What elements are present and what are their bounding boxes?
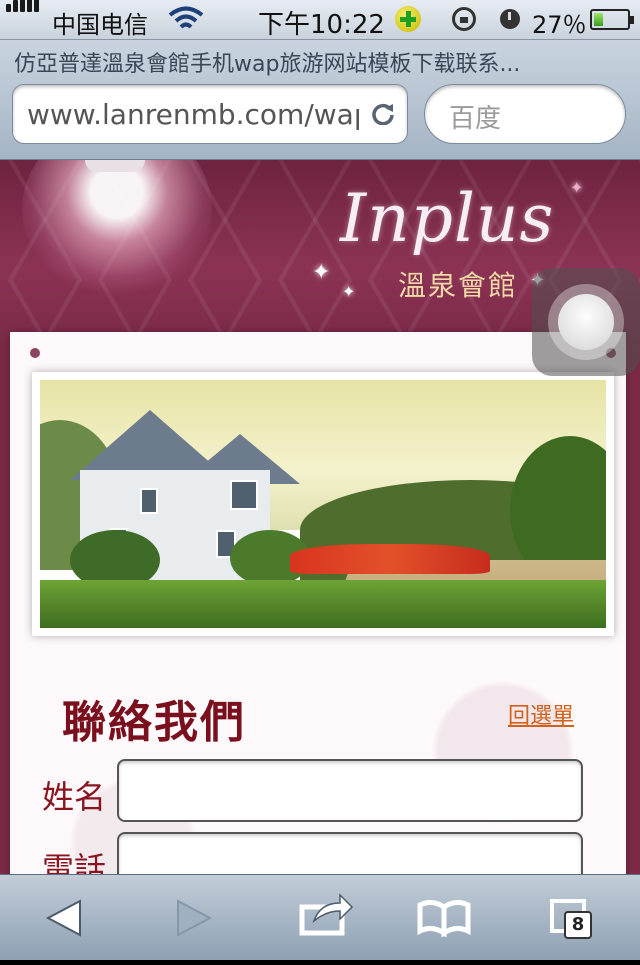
battery-percent: 27％ [532, 11, 587, 39]
browser-chrome: 仿亞普達溫泉會館手机wap旅游网站模板下载联系... www.lanrenmb.… [0, 40, 640, 160]
pin-icon [30, 348, 40, 358]
bookmarks-button[interactable] [394, 875, 494, 961]
assistive-touch-button[interactable] [532, 268, 640, 376]
name-input[interactable] [117, 759, 583, 822]
search-field[interactable]: 百度 [424, 84, 626, 144]
bookmarks-icon [417, 899, 471, 938]
phone-input[interactable] [117, 832, 583, 874]
wifi-icon [168, 6, 204, 29]
site-logo: Inplus [340, 180, 555, 257]
section-title: 聯絡我們 [62, 697, 246, 748]
forward-arrow-icon [177, 899, 213, 937]
sparkle-icon: ✦ [342, 282, 356, 301]
house-photo [40, 380, 606, 628]
share-button[interactable] [274, 875, 374, 961]
back-arrow-icon [45, 899, 81, 937]
back-button[interactable] [14, 875, 114, 961]
share-icon [299, 893, 354, 936]
sparkle-icon: ✦ [570, 178, 584, 197]
search-placeholder: 百度 [449, 104, 502, 134]
web-content: ✦ ✦ ✦ ✦ [0, 160, 640, 874]
back-to-menu-link[interactable]: 回選單 [508, 698, 574, 730]
url-text: www.lanrenmb.com/wap [27, 98, 359, 131]
reload-icon[interactable] [371, 101, 395, 125]
rotation-lock-icon [452, 7, 476, 31]
browser-toolbar [0, 874, 640, 960]
phone-label: 電話 [42, 850, 107, 874]
status-time: 下午10:22 [258, 10, 385, 40]
lamp-glow [22, 160, 212, 300]
status-bar: 中国电信 下午10:22 27％ [0, 0, 640, 40]
location-plus-icon [395, 6, 421, 32]
battery-fill [594, 13, 603, 26]
site-logo-subtitle: 溫泉會館 [398, 269, 519, 302]
carrier-name: 中国电信 [52, 11, 148, 39]
lamp-icon [85, 160, 145, 172]
hero-photo [32, 372, 614, 636]
alarm-icon [500, 9, 520, 29]
sparkle-icon: ✦ [312, 260, 331, 285]
url-field[interactable]: www.lanrenmb.com/wap [12, 84, 408, 144]
page-title: 仿亞普達溫泉會館手机wap旅游网站模板下载联系... [14, 52, 521, 77]
forward-button[interactable] [142, 875, 242, 961]
tab-count-badge: 8 [564, 911, 592, 939]
name-label: 姓名 [42, 778, 107, 816]
battery-icon [590, 9, 634, 30]
